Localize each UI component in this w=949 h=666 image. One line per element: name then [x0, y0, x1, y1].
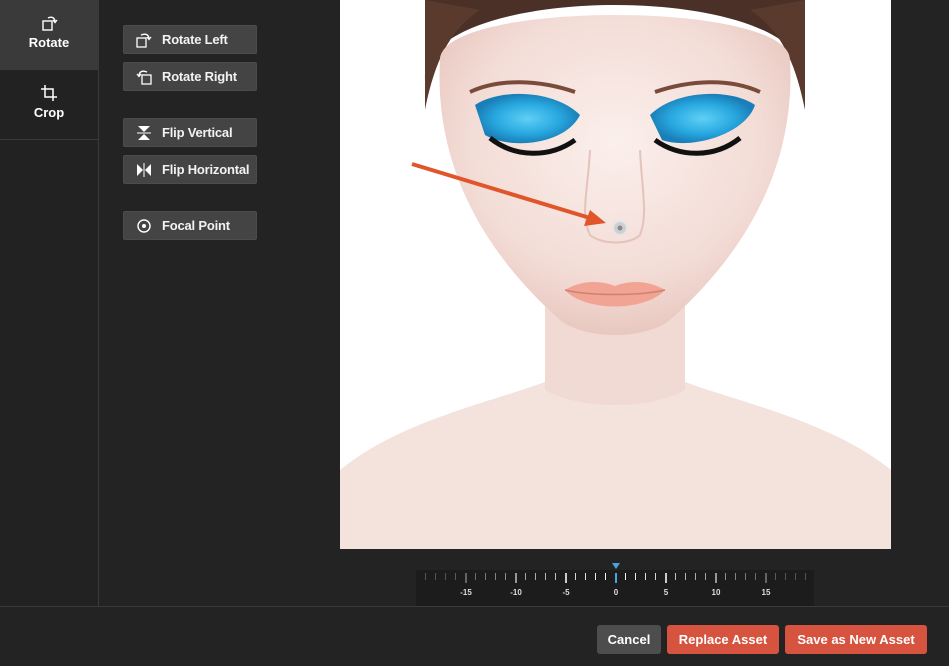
ruler-label: -10 [510, 588, 522, 597]
rotate-left-icon [136, 32, 152, 48]
ruler-tick [525, 573, 526, 580]
ruler-tick [595, 573, 596, 580]
ruler-tick [455, 573, 456, 580]
ruler-tick [765, 573, 767, 583]
ruler-tick [755, 573, 756, 580]
image-canvas[interactable] [340, 0, 891, 549]
tab-crop-label: Crop [33, 105, 65, 120]
ruler-tick [695, 573, 696, 580]
tab-crop[interactable]: Crop [0, 70, 98, 140]
ruler-tick [515, 573, 517, 583]
ruler-tick [645, 573, 646, 580]
ruler-label: 5 [664, 588, 669, 597]
ruler-tick [785, 573, 786, 580]
tab-rotate-label: Rotate [28, 35, 70, 50]
ruler-tick [655, 573, 656, 580]
ruler-tick [735, 573, 736, 580]
ruler-tick [725, 573, 726, 580]
flip-vertical-label: Flip Vertical [162, 125, 233, 140]
flip-horizontal-icon [136, 162, 152, 178]
ruler-tick [495, 573, 496, 580]
ruler-label: 10 [712, 588, 721, 597]
ruler-label: 15 [762, 588, 771, 597]
portrait-photo [340, 0, 891, 549]
flip-vertical-button[interactable]: Flip Vertical [123, 118, 257, 147]
ruler-tick [635, 573, 636, 580]
ruler-tick [615, 573, 617, 583]
ruler-tick [435, 573, 436, 580]
ruler-tick [445, 573, 446, 580]
ruler-tick [545, 573, 546, 580]
flip-horizontal-label: Flip Horizontal [162, 162, 250, 177]
ruler-label: -5 [562, 588, 570, 597]
ruler-tick [465, 573, 467, 583]
sidebar: Rotate Crop [0, 0, 99, 607]
ruler-tick [485, 573, 486, 580]
ruler-tick [675, 573, 676, 580]
footer-divider [0, 606, 949, 607]
ruler-indicator[interactable] [612, 563, 620, 569]
rotate-left-label: Rotate Left [162, 32, 228, 47]
ruler-tick [715, 573, 717, 583]
ruler-tick [585, 573, 586, 580]
ruler-tick [505, 573, 506, 580]
ruler-tick [705, 573, 706, 580]
ruler-tick [555, 573, 556, 580]
ruler-label: -15 [460, 588, 472, 597]
save-as-new-asset-button[interactable]: Save as New Asset [785, 625, 927, 654]
ruler-label: 0 [614, 588, 619, 597]
ruler-tick [685, 573, 686, 580]
ruler-tick [795, 573, 796, 580]
ruler-tick [425, 573, 426, 580]
crop-icon [40, 84, 58, 102]
ruler-tick [665, 573, 667, 583]
cancel-button[interactable]: Cancel [597, 625, 661, 654]
ruler-tick [535, 573, 536, 580]
ruler-tick [745, 573, 746, 580]
focal-point-label: Focal Point [162, 218, 230, 233]
flip-vertical-icon [136, 125, 152, 141]
ruler-tick [605, 573, 606, 580]
ruler-tick [565, 573, 567, 583]
focal-point-button[interactable]: Focal Point [123, 211, 257, 240]
ruler-tick [625, 573, 626, 580]
ruler-tick [805, 573, 806, 580]
replace-asset-button[interactable]: Replace Asset [667, 625, 779, 654]
ruler-tick [775, 573, 776, 580]
rotate-right-button[interactable]: Rotate Right [123, 62, 257, 91]
rotation-ruler[interactable]: -15 -10 -5 0 5 10 15 [416, 562, 814, 606]
tab-rotate[interactable]: Rotate [0, 0, 98, 70]
focal-point-icon [136, 218, 152, 234]
rotate-left-button[interactable]: Rotate Left [123, 25, 257, 54]
rotate-right-label: Rotate Right [162, 69, 237, 84]
focal-point-marker[interactable] [612, 220, 628, 236]
rotate-right-icon [136, 69, 152, 85]
rotate-icon [40, 14, 58, 32]
ruler-tick [575, 573, 576, 580]
flip-horizontal-button[interactable]: Flip Horizontal [123, 155, 257, 184]
ruler-tick [475, 573, 476, 580]
